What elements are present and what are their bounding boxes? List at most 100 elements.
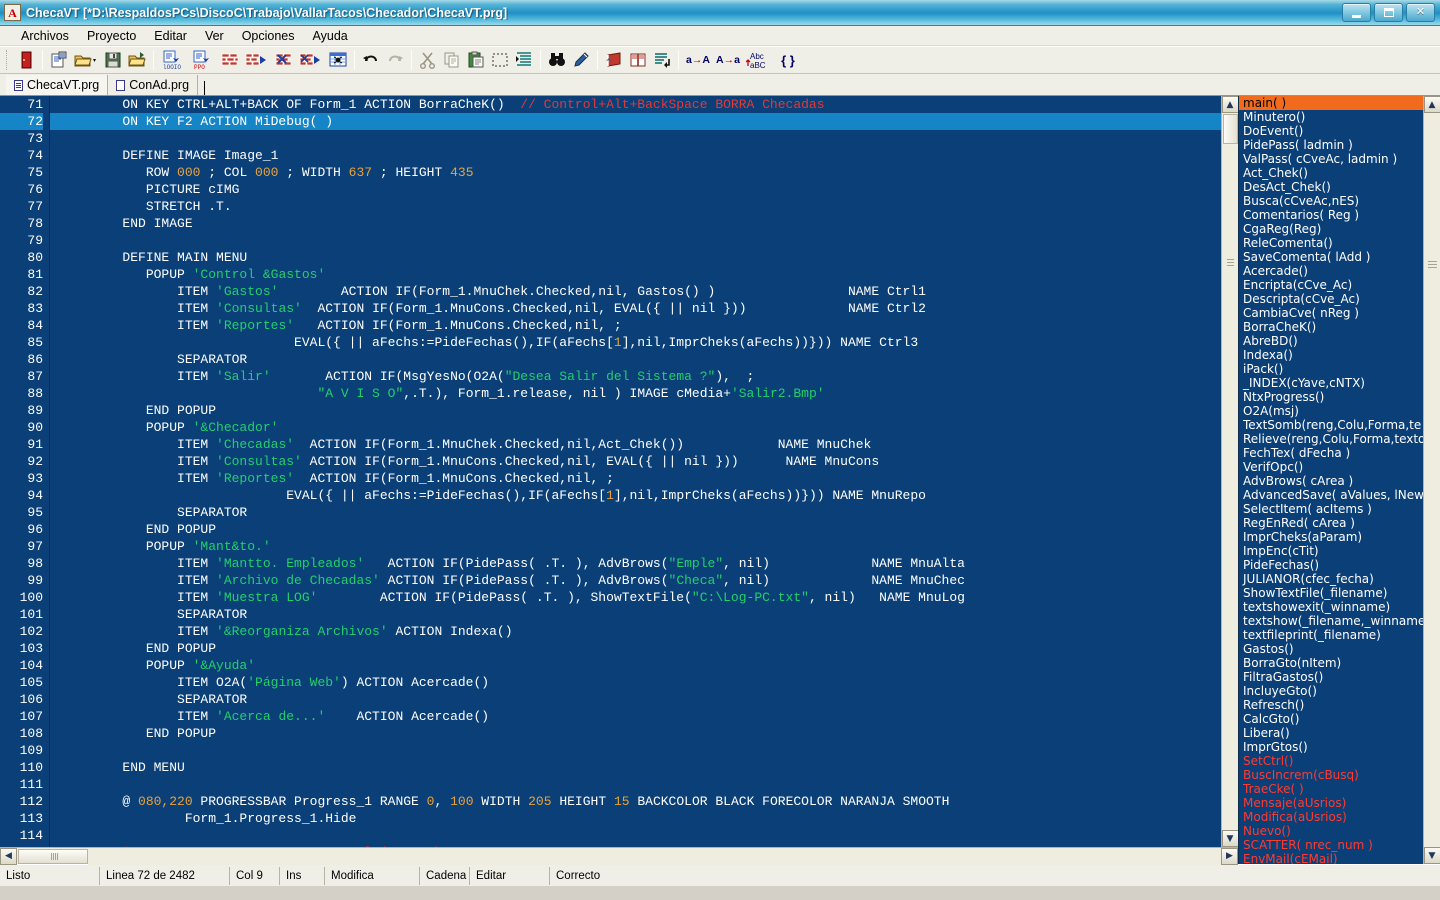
code-editor[interactable]: 71 72 73 74 75 76 77 78 79 80 81 82 83 84 85 86 87 88 89 90… <box>0 96 1238 847</box>
function-list-item[interactable]: ValPass( cCveAc, ladmin ) <box>1239 152 1423 166</box>
toggle-case-icon[interactable]: Abc aBC <box>743 48 773 72</box>
menu-archivos[interactable]: Archivos <box>12 28 78 44</box>
code-line[interactable]: ON KEY F2 ACTION MiDebug( ) <box>50 113 1221 130</box>
code-line[interactable]: END MENU <box>50 759 1221 776</box>
paste-clipboard-icon[interactable] <box>464 48 488 72</box>
code-line[interactable]: ITEM 'Consultas' ACTION IF(Form_1.MnuCon… <box>50 453 1221 470</box>
uppercase-to-lowercase-icon[interactable]: A→a <box>713 48 743 72</box>
code-line[interactable] <box>50 742 1221 759</box>
code-line[interactable]: SEPARATOR <box>50 606 1221 623</box>
function-list-item[interactable]: Minutero() <box>1239 110 1423 124</box>
code-line[interactable]: ITEM 'Mantto. Empleados' ACTION IF(PideP… <box>50 555 1221 572</box>
code-line[interactable]: ITEM O2A('Página Web') ACTION Acercade() <box>50 674 1221 691</box>
scroll-up-arrow[interactable]: ▲ <box>1221 96 1238 113</box>
menu-ayuda[interactable]: Ayuda <box>304 28 357 44</box>
code-line[interactable]: ITEM 'Consultas' ACTION IF(Form_1.MnuCon… <box>50 300 1221 317</box>
function-list-item[interactable]: ReleComenta() <box>1239 236 1423 250</box>
function-list-item[interactable]: IncluyeGto() <box>1239 684 1423 698</box>
debug-grid-icon[interactable] <box>326 48 350 72</box>
function-scroll-up-arrow[interactable]: ▲ <box>1423 96 1440 113</box>
code-line[interactable]: POPUP 'Mant&to.' <box>50 538 1221 555</box>
function-list-item[interactable]: ImprCheks(aParam) <box>1239 530 1423 544</box>
vertical-scroll-track[interactable] <box>1221 145 1238 830</box>
function-list-item[interactable]: RegEnRed( cArea ) <box>1239 516 1423 530</box>
menu-opciones[interactable]: Opciones <box>233 28 304 44</box>
code-line[interactable]: END POPUP <box>50 725 1221 742</box>
function-list-item[interactable]: Modifica(aUsrios) <box>1239 810 1423 824</box>
function-list-item[interactable]: CgaReg(Reg) <box>1239 222 1423 236</box>
function-list-item[interactable]: PideFechas() <box>1239 558 1423 572</box>
function-list-item[interactable]: main( ) <box>1239 96 1423 110</box>
code-line[interactable]: ON KEY CTRL+ALT+BACK OF Form_1 ACTION Bo… <box>50 96 1221 113</box>
code-line[interactable]: END POPUP <box>50 640 1221 657</box>
function-list-item[interactable]: CalcGto() <box>1239 712 1423 726</box>
code-line[interactable]: ITEM 'Reportes' ACTION IF(Form_1.MnuCons… <box>50 317 1221 334</box>
indent-lines-icon[interactable] <box>512 48 536 72</box>
code-lines[interactable]: ON KEY CTRL+ALT+BACK OF Form_1 ACTION Bo… <box>50 96 1221 847</box>
code-line[interactable]: ITEM 'Muestra LOG' ACTION IF(PidePass( .… <box>50 589 1221 606</box>
function-list-item[interactable]: SetCtrl() <box>1239 754 1423 768</box>
open-folder-icon[interactable] <box>71 48 101 72</box>
function-list-item[interactable]: ShowTextFile(_filename) <box>1239 586 1423 600</box>
function-list-item[interactable]: DesAct_Chek() <box>1239 180 1423 194</box>
code-line[interactable] <box>50 827 1221 844</box>
function-list-item[interactable]: SelectItem( acItems ) <box>1239 502 1423 516</box>
code-line[interactable]: PICTURE cIMG <box>50 181 1221 198</box>
function-list-item[interactable]: Encripta(cCve_Ac) <box>1239 278 1423 292</box>
code-line[interactable]: SEPARATOR <box>50 351 1221 368</box>
function-list-item[interactable]: O2A(msj) <box>1239 404 1423 418</box>
code-line[interactable]: Form_1.Progress_1.Hide <box>50 810 1221 827</box>
close-button[interactable]: ✕ <box>1406 3 1435 22</box>
function-list-item[interactable]: textshowexit(_winname) <box>1239 600 1423 614</box>
function-list-item[interactable]: Comentarios( Reg ) <box>1239 208 1423 222</box>
function-list-item[interactable]: Refresch() <box>1239 698 1423 712</box>
code-line[interactable] <box>50 232 1221 249</box>
code-line[interactable]: ROW 000 ; COL 000 ; WIDTH 637 ; HEIGHT 4… <box>50 164 1221 181</box>
open-book-icon[interactable] <box>626 48 650 72</box>
code-line[interactable]: POPUP 'Control &Gastos' <box>50 266 1221 283</box>
code-line[interactable]: ITEM 'Reportes' ACTION IF(Form_1.MnuCons… <box>50 470 1221 487</box>
scroll-right-arrow[interactable]: ▶ <box>1221 847 1238 865</box>
code-line[interactable]: ITEM 'Archivo de Checadas' ACTION IF(Pid… <box>50 572 1221 589</box>
function-list-item[interactable]: textfileprint(_filename) <box>1239 628 1423 642</box>
lowercase-to-uppercase-icon[interactable]: a→A <box>683 48 713 72</box>
function-list-item[interactable]: Busca(cCveAc,nES) <box>1239 194 1423 208</box>
function-list-item[interactable]: Acercade() <box>1239 264 1423 278</box>
code-line[interactable]: DEFINE MAIN MENU <box>50 249 1221 266</box>
function-list-item[interactable]: AdvancedSave( aValues, lNew <box>1239 488 1423 502</box>
function-list-item[interactable]: Act_Chek() <box>1239 166 1423 180</box>
function-list-item[interactable]: Mensaje(aUsrios) <box>1239 796 1423 810</box>
function-scroll-track[interactable] <box>1423 113 1440 847</box>
rebuild-run-wall-icon[interactable] <box>296 48 326 72</box>
code-line[interactable]: SEPARATOR <box>50 691 1221 708</box>
menu-editar[interactable]: Editar <box>145 28 196 44</box>
code-line[interactable]: "A V I S O",.T.), Form_1.release, nil ) … <box>50 385 1221 402</box>
vertical-scroll-thumb[interactable] <box>1222 114 1238 144</box>
open-file-icon[interactable] <box>125 48 149 72</box>
maximize-button[interactable] <box>1374 3 1403 22</box>
function-list-item[interactable]: ImprGtos() <box>1239 740 1423 754</box>
code-line[interactable]: EVAL({ || aFechs:=PideFechas(),IF(aFechs… <box>50 334 1221 351</box>
toolbar-grip[interactable] <box>6 50 10 70</box>
scroll-left-arrow[interactable]: ◀ <box>0 847 17 865</box>
exit-door-icon[interactable] <box>14 48 38 72</box>
compile-ppo-icon[interactable]: PPO <box>188 48 218 72</box>
function-list-item[interactable]: PidePass( ladmin ) <box>1239 138 1423 152</box>
build-run-wall-icon[interactable] <box>242 48 272 72</box>
code-line[interactable]: END POPUP <box>50 402 1221 419</box>
function-list-item[interactable]: Indexa() <box>1239 348 1423 362</box>
function-list-item[interactable]: DoEvent() <box>1239 124 1423 138</box>
function-list-item[interactable]: Descripta(cCve_Ac) <box>1239 292 1423 306</box>
function-scroll-down-arrow[interactable]: ▼ <box>1423 847 1440 864</box>
code-line[interactable]: *--------------------------- Reloj y Fec… <box>50 844 1221 847</box>
minimize-button[interactable] <box>1342 3 1371 22</box>
save-disk-icon[interactable] <box>101 48 125 72</box>
code-line[interactable]: STRETCH .T. <box>50 198 1221 215</box>
redo-icon[interactable] <box>383 48 407 72</box>
function-list-item[interactable]: SCATTER( nrec_num ) <box>1239 838 1423 852</box>
function-list-item[interactable]: VerifOpc() <box>1239 460 1423 474</box>
compile-obj-icon[interactable]: lOOIO <box>158 48 188 72</box>
rebuild-wall-icon[interactable] <box>272 48 296 72</box>
code-line[interactable]: @ 080,220 PROGRESSBAR Progress_1 RANGE 0… <box>50 793 1221 810</box>
code-line[interactable]: EVAL({ || aFechs:=PideFechas(),IF(aFechs… <box>50 487 1221 504</box>
